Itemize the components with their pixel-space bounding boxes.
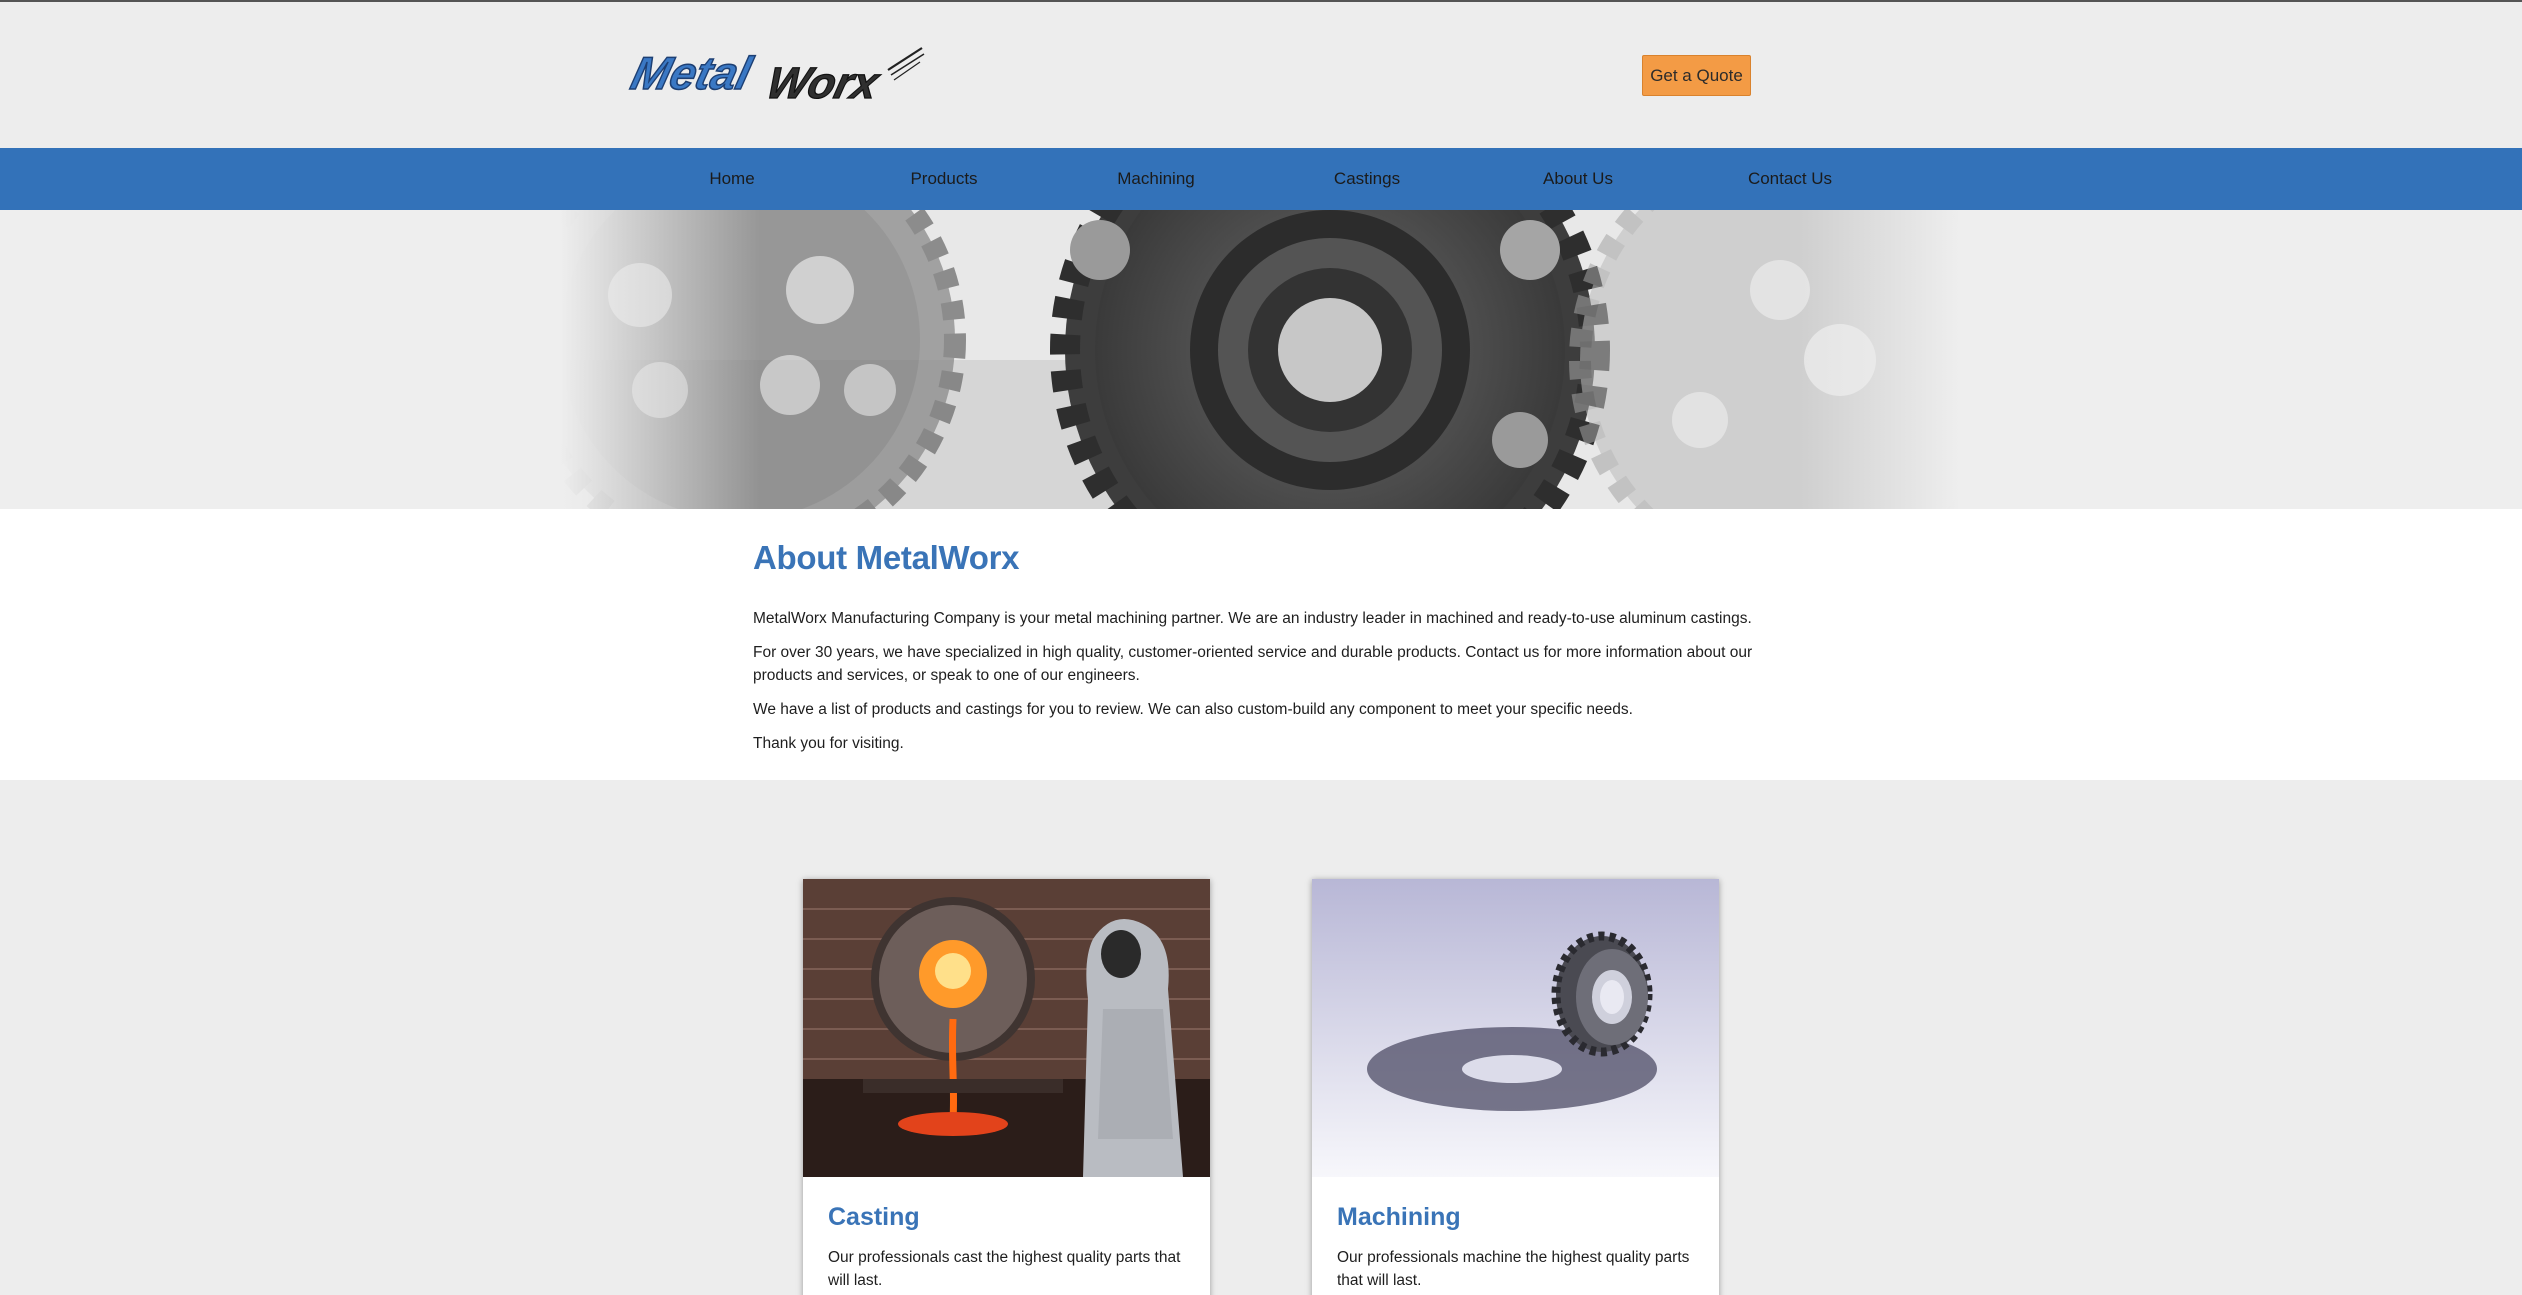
logo-spark-icon [887,47,925,81]
nav-item-castings[interactable]: Castings [1320,148,1414,210]
casting-image [803,879,1210,1177]
site-header: Metal Worx Get a Quote [0,2,2522,148]
logo-text-worx: Worx [762,60,885,104]
machining-image [1312,879,1719,1177]
casting-title[interactable]: Casting [828,1203,920,1232]
about-title: About MetalWorx [753,539,1020,576]
metalworx-logo[interactable]: Metal Worx [626,44,926,104]
about-paragraph-2: For over 30 years, we have specialized i… [753,644,1753,684]
main-nav: Home Products Machining Castings About U… [0,148,2522,210]
about-paragraph-4: Thank you for visiting. [753,735,904,752]
about-paragraph-1: MetalWorx Manufacturing Company is your … [753,610,1752,627]
nav-item-home[interactable]: Home [688,148,776,210]
casting-description: Our professionals cast the highest quali… [828,1249,1181,1289]
machining-card[interactable]: Machining Our professionals machine the … [1312,879,1719,1295]
nav-item-products[interactable]: Products [891,148,997,210]
nav-item-machining[interactable]: Machining [1100,148,1212,210]
nav-item-contact-us[interactable]: Contact Us [1733,148,1847,210]
nav-item-about-us[interactable]: About Us [1522,148,1634,210]
hero-gears-banner [0,210,2522,509]
about-section: About MetalWorx MetalWorx Manufacturing … [0,509,2522,780]
logo-text-metal: Metal [626,48,757,99]
gears-image [0,210,2522,509]
get-a-quote-button[interactable]: Get a Quote [1642,55,1751,96]
casting-card[interactable]: Casting Our professionals cast the highe… [803,879,1210,1295]
about-paragraph-3: We have a list of products and castings … [753,701,1633,718]
machining-description: Our professionals machine the highest qu… [1337,1249,1690,1289]
machining-title[interactable]: Machining [1337,1203,1461,1232]
